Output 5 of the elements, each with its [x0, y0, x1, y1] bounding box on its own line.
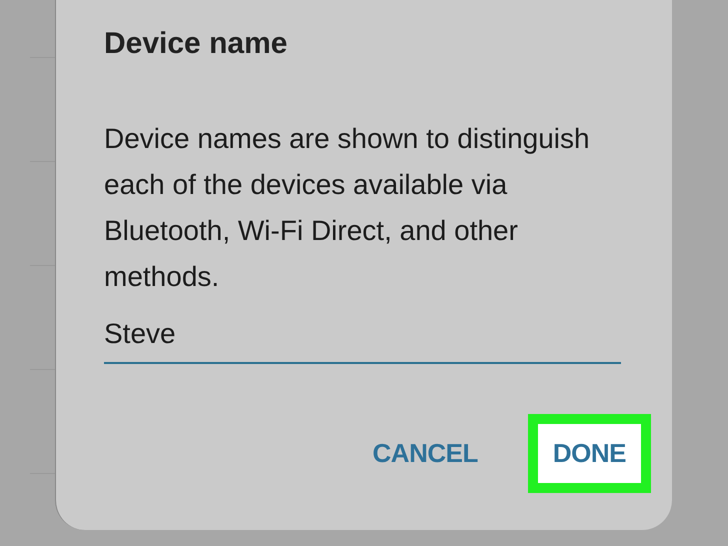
dialog-button[interactable]: DONE [538, 424, 641, 483]
input-field[interactable]: Steve [104, 316, 621, 364]
dialog-message: Device names are shown to distinguish each of the devices available via Bluetooth, Wi-Fi Direct, and other methods. [104, 122, 591, 294]
dialog-title: Device name [104, 26, 288, 62]
dialog-button[interactable]: CANCEL [366, 424, 484, 483]
